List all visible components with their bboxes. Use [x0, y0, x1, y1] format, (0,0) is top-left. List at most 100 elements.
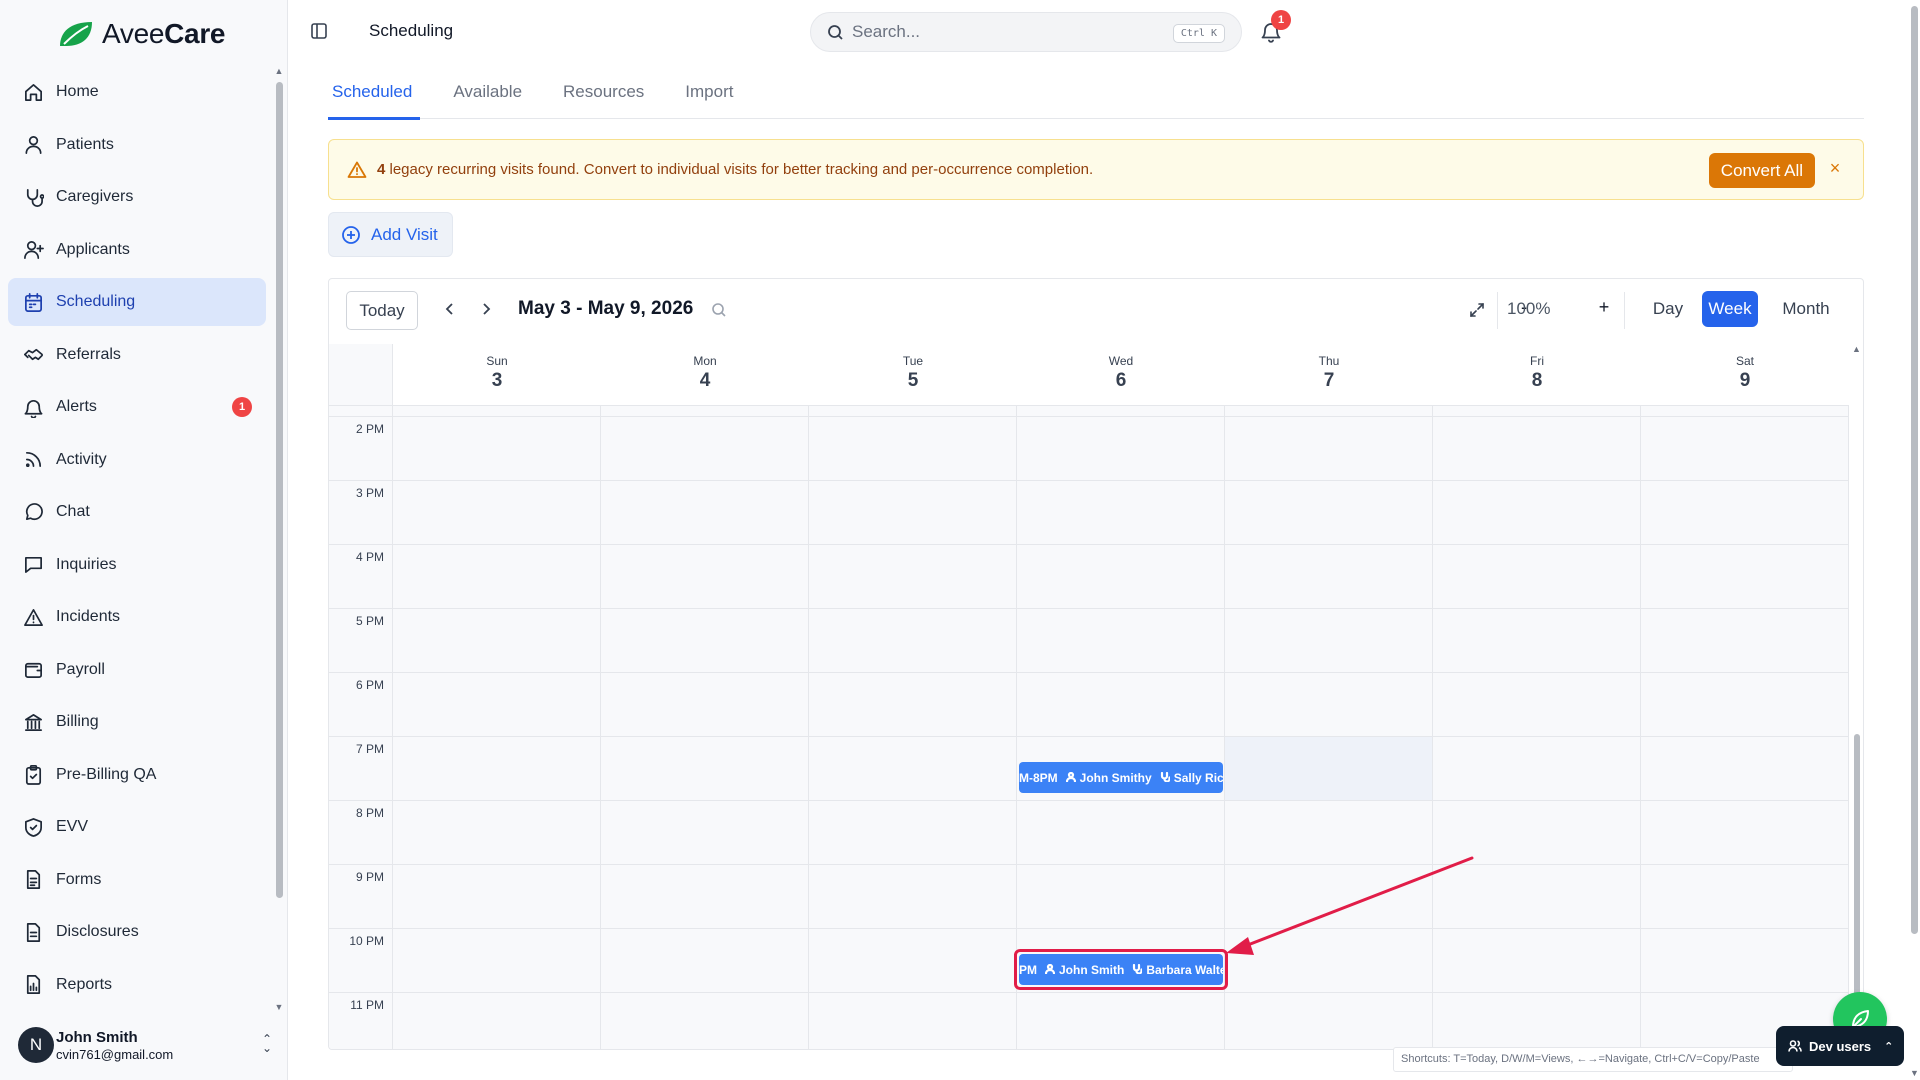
view-day-button[interactable]: Day	[1637, 291, 1699, 327]
tab-scheduled[interactable]: Scheduled	[328, 64, 421, 120]
sidebar-item-label: Pre-Billing QA	[56, 765, 157, 783]
scrollbar-thumb[interactable]	[1911, 6, 1918, 934]
day-number: 8	[1531, 370, 1543, 391]
today-button[interactable]: Today	[346, 291, 418, 330]
tab-resources[interactable]: Resources	[559, 64, 648, 119]
warning-triangle-icon	[347, 161, 367, 178]
sidebar-item-chat[interactable]: Chat	[8, 488, 266, 536]
expand-icon[interactable]	[1468, 301, 1486, 319]
day-name: Thu	[1318, 354, 1340, 368]
file-icon	[22, 921, 44, 943]
sidebar-item-referrals[interactable]: Referrals	[8, 331, 266, 379]
day-name: Sun	[486, 354, 508, 368]
hour-gridline	[329, 800, 1849, 801]
visit-event[interactable]: M-8PM John Smithy Sally Ric	[1019, 762, 1223, 793]
tab-import[interactable]: Import	[681, 64, 737, 119]
sidebar-item-forms[interactable]: Forms	[8, 856, 266, 904]
sidebar-item-home[interactable]: Home	[8, 68, 266, 116]
sidebar-item-reports[interactable]: Reports	[8, 961, 266, 1009]
calendar-toolbar: Today May 3 - May 9, 2026 - 100% + Day We…	[329, 279, 1863, 344]
dev-users-label: Dev users	[1809, 1038, 1872, 1054]
day-name: Wed	[1108, 354, 1134, 368]
day-column-sun[interactable]	[393, 406, 601, 1049]
scroll-up-arrow-icon[interactable]: ▲	[1852, 344, 1861, 354]
sidebar-item-scheduling[interactable]: Scheduling	[8, 278, 266, 326]
hour-gridline	[329, 672, 1849, 673]
sidebar-item-payroll[interactable]: Payroll	[8, 646, 266, 694]
page-scrollbar[interactable]: ▼	[1908, 0, 1920, 1080]
sidebar-item-pre-billing-qa[interactable]: Pre-Billing QA	[8, 751, 266, 799]
sidebar-scrollbar[interactable]: ▲ ▼	[274, 66, 284, 1012]
tab-available[interactable]: Available	[449, 64, 526, 119]
logo[interactable]: AveeCare	[56, 14, 225, 54]
sidebar-item-patients[interactable]: Patients	[8, 121, 266, 169]
time-label: 2 PM	[355, 422, 384, 436]
sidebar-item-alerts[interactable]: Alerts 1	[8, 383, 266, 431]
sidebar-item-caregivers[interactable]: Caregivers	[8, 173, 266, 221]
day-column-mon[interactable]	[601, 406, 809, 1049]
sidebar-item-label: Home	[56, 83, 99, 100]
scrollbar-thumb[interactable]	[1854, 734, 1860, 1034]
chevrons-up-down-icon[interactable]: ⌃ ⌄	[260, 1033, 274, 1054]
day-column-thu[interactable]	[1225, 406, 1433, 1049]
legacy-visits-banner: 4 legacy recurring visits found. Convert…	[328, 139, 1864, 200]
sidebar-item-billing[interactable]: Billing	[8, 698, 266, 746]
zoom-in-button[interactable]: +	[1597, 297, 1611, 318]
view-week-button[interactable]: Week	[1702, 291, 1758, 327]
time-slot-hover[interactable]	[1225, 736, 1432, 800]
day-number: 7	[1323, 370, 1335, 391]
day-header-fri[interactable]: Fri 8	[1433, 344, 1641, 406]
calendar-icon	[22, 291, 44, 313]
time-label: 6 PM	[355, 678, 384, 692]
sidebar-item-activity[interactable]: Activity	[8, 436, 266, 484]
search-icon[interactable]	[711, 302, 727, 318]
add-visit-button[interactable]: Add Visit	[328, 212, 453, 257]
grid-corner	[329, 344, 393, 406]
time-label: 7 PM	[355, 742, 384, 756]
hour-gridline	[329, 992, 1849, 993]
event-time: M-8PM	[1019, 770, 1058, 785]
sidebar-item-label: Reports	[56, 975, 113, 993]
convert-all-button[interactable]: Convert All	[1708, 153, 1815, 188]
sidebar-item-incidents[interactable]: Incidents	[8, 593, 266, 641]
scrollbar-thumb[interactable]	[276, 82, 283, 898]
day-header-mon[interactable]: Mon 4	[601, 344, 809, 406]
handshake-icon	[22, 344, 44, 366]
day-header-thu[interactable]: Thu 7	[1225, 344, 1433, 406]
time-label: 4 PM	[355, 550, 384, 564]
week-calendar: Today May 3 - May 9, 2026 - 100% + Day We…	[328, 278, 1864, 1050]
add-visit-label: Add Visit	[371, 224, 438, 244]
chevron-right-icon[interactable]	[475, 298, 497, 320]
chevron-left-icon[interactable]	[439, 298, 461, 320]
day-column-fri[interactable]	[1433, 406, 1641, 1049]
day-header-sun[interactable]: Sun 3	[393, 344, 601, 406]
day-header-tue[interactable]: Tue 5	[809, 344, 1017, 406]
sidebar-item-inquiries[interactable]: Inquiries	[8, 541, 266, 589]
sidebar-item-applicants[interactable]: Applicants	[8, 226, 266, 274]
day-column-sat[interactable]	[1641, 406, 1849, 1049]
day-header-wed[interactable]: Wed 6	[1017, 344, 1225, 406]
close-icon[interactable]: ×	[1827, 159, 1843, 177]
user-menu[interactable]: N John Smith cvin761@gmail.com ⌃ ⌄	[18, 1023, 274, 1067]
scroll-up-arrow-icon[interactable]: ▲	[274, 66, 284, 76]
day-header-sat[interactable]: Sat 9	[1641, 344, 1849, 406]
toolbar-divider	[1624, 292, 1625, 329]
dev-users-button[interactable]: Dev users ⌃	[1776, 1026, 1904, 1066]
view-month-button[interactable]: Month	[1766, 291, 1846, 327]
sidebar-toggle-icon[interactable]	[310, 22, 328, 40]
search-input[interactable]	[852, 22, 1172, 42]
sidebar-nav: Home Patients Caregivers Applicants Scheduli…	[8, 68, 266, 1013]
event-patient: John Smithy	[1079, 770, 1152, 785]
scroll-down-arrow-icon[interactable]: ▼	[274, 1002, 284, 1012]
day-column-tue[interactable]	[809, 406, 1017, 1049]
alert-triangle-icon	[22, 606, 44, 628]
leaf-logo-icon	[60, 22, 92, 46]
sidebar-item-label: Alerts	[56, 398, 97, 415]
calendar-scrollbar[interactable]: ▲	[1851, 344, 1863, 1049]
time-label: 10 PM	[349, 934, 384, 948]
sidebar-item-disclosures[interactable]: Disclosures	[8, 908, 266, 956]
scroll-down-arrow-icon[interactable]: ▼	[1910, 1068, 1919, 1078]
search-box[interactable]: Ctrl K	[810, 12, 1242, 52]
day-name: Mon	[693, 354, 717, 368]
sidebar-item-evv[interactable]: EVV	[8, 803, 266, 851]
